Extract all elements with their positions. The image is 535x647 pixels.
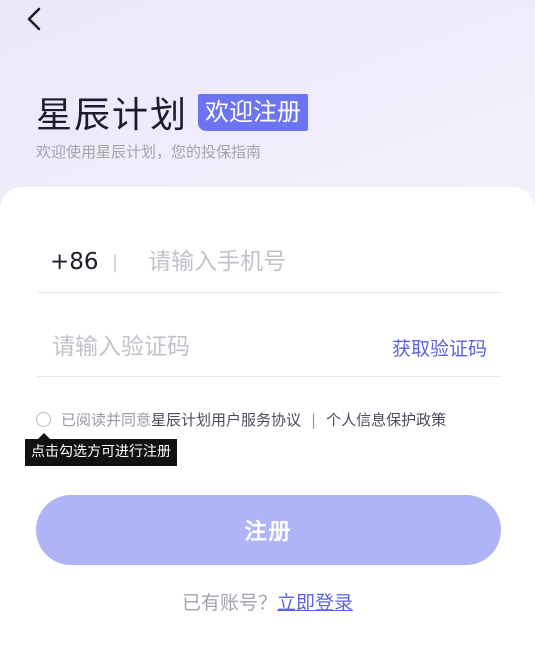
service-agreement-link[interactable]: 星辰计划用户服务协议	[151, 409, 301, 430]
agreement-row: 已阅读并同意 星辰计划用户服务协议 | 个人信息保护政策	[36, 409, 446, 430]
register-button[interactable]: 注册	[36, 495, 501, 565]
login-prompt-row: 已有账号？立即登录	[0, 588, 535, 615]
country-code-selector[interactable]: +86	[50, 249, 112, 275]
page-subtitle: 欢迎使用星辰计划，您的投保指南	[36, 143, 262, 161]
title-row: 星辰计划 欢迎注册	[36, 86, 309, 138]
back-button[interactable]	[22, 4, 50, 36]
agreement-prefix: 已阅读并同意	[61, 411, 152, 429]
agreement-tooltip: 点击勾选方可进行注册	[25, 433, 177, 466]
phone-input[interactable]	[146, 248, 451, 276]
login-prompt: 已有账号？	[181, 592, 277, 614]
agreement-checkbox[interactable]	[36, 412, 51, 427]
phone-field-row: +86 |	[36, 232, 501, 293]
welcome-badge: 欢迎注册	[198, 93, 309, 131]
privacy-policy-link[interactable]: 个人信息保护政策	[326, 409, 446, 430]
verification-code-input[interactable]	[50, 333, 354, 361]
get-code-button[interactable]: 获取验证码	[392, 334, 487, 361]
login-link[interactable]: 立即登录	[277, 592, 353, 614]
code-field-row: 获取验证码	[36, 318, 501, 377]
agreement-separator: |	[311, 410, 317, 429]
app-title: 星辰计划	[36, 95, 189, 136]
field-divider: |	[112, 251, 119, 273]
chevron-left-icon	[27, 7, 41, 31]
